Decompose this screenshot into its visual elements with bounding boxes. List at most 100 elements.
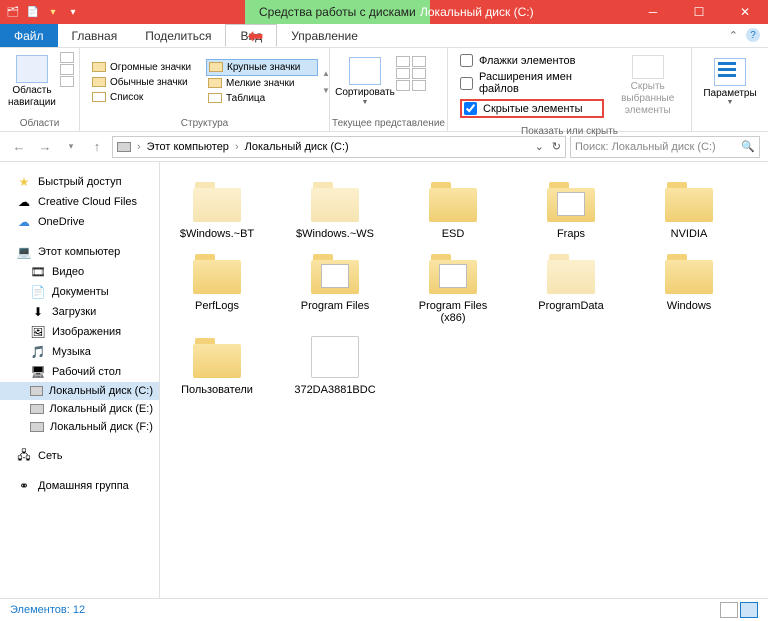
pane-options[interactable]	[58, 50, 76, 114]
tab-manage[interactable]: Управление	[277, 24, 372, 47]
folder-item[interactable]: $Windows.~WS	[288, 178, 382, 240]
qat-folder-icon[interactable]: ▾	[44, 3, 62, 21]
folder-item[interactable]: ProgramData	[524, 250, 618, 324]
item-label: NVIDIA	[671, 228, 708, 240]
search-icon: 🔍	[741, 140, 755, 153]
folder-item[interactable]: Fraps	[524, 178, 618, 240]
context-tab-drive-tools: Средства работы с дисками	[245, 0, 430, 24]
folder-item[interactable]: Пользователи	[170, 334, 264, 396]
view-large-icons-button[interactable]	[740, 602, 758, 618]
title-bar: 🗂 📄 ▾ ▾ Средства работы с дисками Локаль…	[0, 0, 768, 24]
back-button[interactable]: ←	[8, 136, 30, 158]
layout-medium-icons[interactable]: Обычные значки	[90, 75, 202, 90]
breadcrumb[interactable]: › Этот компьютер › Локальный диск (C:) ⌄…	[112, 136, 566, 158]
check-file-extensions[interactable]: Расширения имен файлов	[460, 71, 604, 95]
nav-drive-c[interactable]: Локальный диск (C:)	[0, 382, 159, 400]
items-view[interactable]: $Windows.~BT $Windows.~WS ESD Fraps NVIDIA Pe…	[160, 162, 768, 598]
nav-homegroup[interactable]: ⚭Домашняя группа	[0, 476, 159, 496]
close-button[interactable]: ✕	[722, 0, 768, 24]
explorer-icon: 🗂	[4, 3, 22, 21]
address-bar: ← → ▾ ↑ › Этот компьютер › Локальный дис…	[0, 132, 768, 162]
item-label: ESD	[442, 228, 465, 240]
crumb-this-pc[interactable]: Этот компьютер	[147, 141, 229, 153]
nav-desktop[interactable]: 🖥Рабочий стол	[0, 362, 159, 382]
status-bar: Элементов: 12	[0, 598, 768, 621]
folder-icon	[189, 178, 245, 224]
forward-button[interactable]: →	[34, 136, 56, 158]
crumb-drive-c[interactable]: Локальный диск (C:)	[245, 141, 349, 153]
folder-item[interactable]: PerfLogs	[170, 250, 264, 324]
folder-item[interactable]: NVIDIA	[642, 178, 736, 240]
nav-drive-e[interactable]: Локальный диск (E:)	[0, 400, 159, 418]
hide-selected-button: Скрыть выбранные элементы	[610, 50, 685, 122]
layout-scroll-down-icon[interactable]: ▼	[322, 86, 330, 95]
tab-share[interactable]: Поделиться	[131, 24, 225, 47]
nav-pictures[interactable]: 🖼Изображения	[0, 322, 159, 342]
layout-list[interactable]: Список	[90, 90, 202, 105]
refresh-icon[interactable]: ↻	[552, 140, 561, 153]
folder-icon	[661, 250, 717, 296]
folder-icon	[425, 178, 481, 224]
item-label: Fraps	[557, 228, 585, 240]
folder-icon	[189, 334, 245, 380]
folder-icon	[307, 178, 363, 224]
folder-icon	[543, 250, 599, 296]
nav-network[interactable]: 🖧Сеть	[0, 446, 159, 466]
group-panes-label: Области	[0, 116, 79, 131]
item-count: Элементов: 12	[10, 604, 85, 616]
sort-button[interactable]: Сортировать ▼	[336, 50, 394, 114]
folder-icon	[661, 178, 717, 224]
annotation-arrow-icon: ⬅	[248, 26, 263, 47]
layout-huge-icons[interactable]: Огромные значки	[90, 60, 202, 75]
options-button[interactable]: Параметры ▼	[698, 50, 762, 114]
item-label: Пользователи	[181, 384, 253, 396]
file-item[interactable]: 372DA3881BDC	[288, 334, 382, 396]
nav-onedrive[interactable]: ☁OneDrive	[0, 212, 159, 232]
address-dropdown-icon[interactable]: ⌄	[535, 140, 544, 153]
folder-item[interactable]: ESD	[406, 178, 500, 240]
layout-scroll-up-icon[interactable]: ▲	[322, 69, 330, 78]
view-details-button[interactable]	[720, 602, 738, 618]
group-layout-label: Структура	[80, 116, 329, 131]
help-icon[interactable]: ?	[746, 28, 760, 42]
check-item-checkboxes[interactable]: Флажки элементов	[460, 54, 604, 67]
item-label: 372DA3881BDC	[294, 384, 375, 396]
item-label: Program Files	[301, 300, 369, 312]
nav-downloads[interactable]: ⬇Загрузки	[0, 302, 159, 322]
layout-table[interactable]: Таблица	[206, 91, 318, 106]
item-label: ProgramData	[538, 300, 603, 312]
navigation-pane-button[interactable]: Область навигации	[6, 50, 58, 114]
nav-videos[interactable]: 🎞Видео	[0, 262, 159, 282]
qat-more-icon[interactable]: ▾	[64, 3, 82, 21]
qat-props-icon[interactable]: 📄	[24, 3, 42, 21]
folder-item[interactable]: Program Files	[288, 250, 382, 324]
up-button[interactable]: ↑	[86, 136, 108, 158]
folder-item[interactable]: Windows	[642, 250, 736, 324]
hide-selected-icon	[632, 55, 664, 79]
navigation-pane-icon	[16, 55, 48, 83]
nav-this-pc[interactable]: 💻Этот компьютер	[0, 242, 159, 262]
folder-item[interactable]: Program Files (x86)	[406, 250, 500, 324]
nav-creative-cloud[interactable]: ☁Creative Cloud Files	[0, 192, 159, 212]
group-current-view-label: Текущее представление	[330, 116, 447, 131]
folder-item[interactable]: $Windows.~BT	[170, 178, 264, 240]
folder-icon	[543, 178, 599, 224]
layout-large-icons[interactable]: Крупные значки	[206, 59, 318, 76]
collapse-ribbon-icon[interactable]: ⌃	[729, 29, 738, 42]
layout-small-icons[interactable]: Мелкие значки	[206, 76, 318, 91]
item-label: $Windows.~BT	[180, 228, 254, 240]
nav-documents[interactable]: 📄Документы	[0, 282, 159, 302]
search-input[interactable]: Поиск: Локальный диск (C:) 🔍	[570, 136, 760, 158]
minimize-button[interactable]: ─	[630, 0, 676, 24]
tab-file[interactable]: Файл	[0, 24, 58, 47]
maximize-button[interactable]: ☐	[676, 0, 722, 24]
nav-drive-f[interactable]: Локальный диск (F:)	[0, 418, 159, 436]
ribbon: Область навигации Области Огромные значк…	[0, 48, 768, 132]
nav-quick-access[interactable]: ★Быстрый доступ	[0, 172, 159, 192]
check-hidden-items[interactable]: Скрытые элементы	[460, 99, 604, 118]
recent-button[interactable]: ▾	[60, 136, 82, 158]
folder-icon	[425, 250, 481, 296]
tab-home[interactable]: Главная	[58, 24, 132, 47]
nav-music[interactable]: 🎵Музыка	[0, 342, 159, 362]
navigation-tree[interactable]: ★Быстрый доступ ☁Creative Cloud Files ☁O…	[0, 162, 160, 598]
